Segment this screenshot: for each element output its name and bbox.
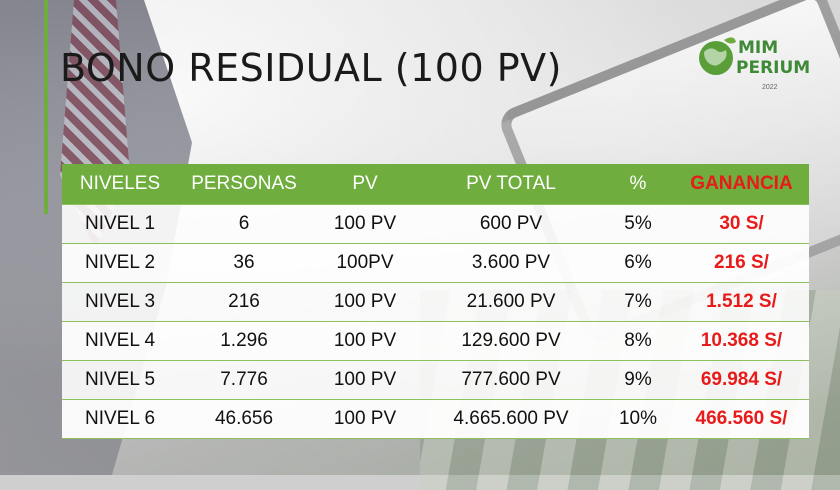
cell-percent: 5% [602, 204, 674, 244]
header-personas: PERSONAS [178, 164, 310, 205]
cell-pv-total: 777.600 PV [420, 360, 602, 400]
cell-nivel: NIVEL 6 [62, 399, 178, 439]
cell-nivel: NIVEL 4 [62, 321, 178, 361]
table-row: NIVEL 4 1.296 100 PV 129.600 PV 8% 10.36… [62, 321, 809, 361]
cell-nivel: NIVEL 1 [62, 204, 178, 244]
cell-pv: 100 PV [310, 321, 420, 361]
cell-pv-total: 4.665.600 PV [420, 399, 602, 439]
cell-personas: 1.296 [178, 321, 310, 361]
cell-ganancia: 30 S/ [674, 204, 809, 244]
table-row: NIVEL 3 216 100 PV 21.600 PV 7% 1.512 S/ [62, 282, 809, 322]
cell-pv-total: 600 PV [420, 204, 602, 244]
cell-ganancia: 216 S/ [674, 243, 809, 283]
accent-stripe [44, 0, 48, 214]
logo-text-line1: MIM [738, 38, 779, 58]
cell-ganancia: 10.368 S/ [674, 321, 809, 361]
logo-text-line2: PERIUM [736, 58, 811, 78]
cell-percent: 6% [602, 243, 674, 283]
table-header-row: NIVELES PERSONAS PV PV TOTAL % GANANCIA [62, 164, 809, 205]
cell-percent: 7% [602, 282, 674, 322]
cell-nivel: NIVEL 2 [62, 243, 178, 283]
cell-nivel: NIVEL 5 [62, 360, 178, 400]
cell-ganancia: 69.984 S/ [674, 360, 809, 400]
cell-pv-total: 3.600 PV [420, 243, 602, 283]
cell-pv: 100 PV [310, 204, 420, 244]
cell-pv: 100PV [310, 243, 420, 283]
cell-pv: 100 PV [310, 282, 420, 322]
logo-year: 2022 [762, 84, 778, 91]
cell-personas: 7.776 [178, 360, 310, 400]
header-pv: PV [310, 164, 420, 205]
cell-ganancia: 466.560 S/ [674, 399, 809, 439]
cell-pv-total: 129.600 PV [420, 321, 602, 361]
header-percent: % [602, 164, 674, 205]
table-row: NIVEL 5 7.776 100 PV 777.600 PV 9% 69.98… [62, 360, 809, 400]
cell-pv: 100 PV [310, 360, 420, 400]
cell-percent: 10% [602, 399, 674, 439]
cell-nivel: NIVEL 3 [62, 282, 178, 322]
cell-pv: 100 PV [310, 399, 420, 439]
table-row: NIVEL 6 46.656 100 PV 4.665.600 PV 10% 4… [62, 399, 809, 439]
page-title: BONO RESIDUAL (100 PV) [60, 46, 562, 90]
table-row: NIVEL 2 36 100PV 3.600 PV 6% 216 S/ [62, 243, 809, 283]
cell-percent: 8% [602, 321, 674, 361]
cell-personas: 36 [178, 243, 310, 283]
cell-pv-total: 21.600 PV [420, 282, 602, 322]
globe-leaf-icon [699, 37, 736, 75]
header-ganancia: GANANCIA [674, 164, 809, 205]
header-niveles: NIVELES [62, 164, 178, 205]
cell-percent: 9% [602, 360, 674, 400]
bonus-table: NIVELES PERSONAS PV PV TOTAL % GANANCIA … [62, 164, 809, 439]
cell-ganancia: 1.512 S/ [674, 282, 809, 322]
cell-personas: 216 [178, 282, 310, 322]
header-pv-total: PV TOTAL [420, 164, 602, 205]
table-row: NIVEL 1 6 100 PV 600 PV 5% 30 S/ [62, 204, 809, 244]
company-logo: MIM PERIUM 2022 [696, 32, 816, 96]
cell-personas: 6 [178, 204, 310, 244]
cell-personas: 46.656 [178, 399, 310, 439]
